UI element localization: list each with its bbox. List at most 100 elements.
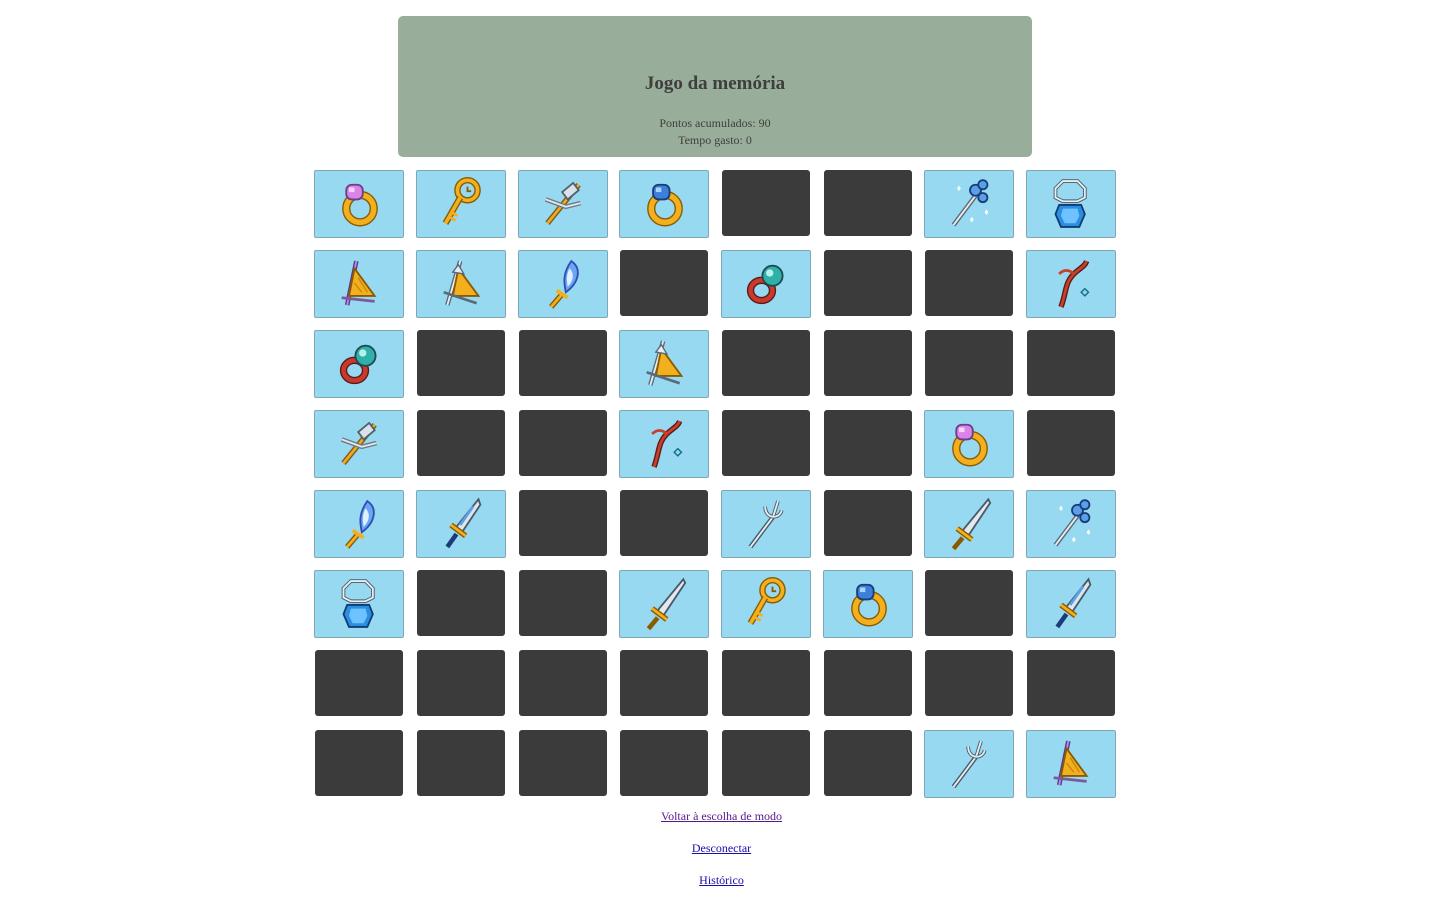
memory-card-revealed[interactable] — [1026, 170, 1116, 238]
memory-card-hidden[interactable] — [925, 250, 1013, 316]
memory-card-hidden[interactable] — [824, 410, 912, 476]
game-header: Jogo da memória Pontos acumulados: 90 Te… — [398, 16, 1032, 157]
memory-card-hidden[interactable] — [519, 570, 607, 636]
crystal-bow-icon — [443, 260, 481, 306]
memory-card-revealed[interactable] — [518, 170, 608, 238]
amulet-icon — [341, 579, 375, 628]
memory-card-revealed[interactable] — [518, 250, 608, 318]
steel-sword-icon — [951, 497, 992, 551]
memory-card-revealed[interactable] — [924, 730, 1014, 798]
memory-card-revealed[interactable] — [924, 490, 1014, 558]
memory-card-revealed[interactable] — [1026, 570, 1116, 638]
memory-card-hidden[interactable] — [824, 170, 912, 236]
memory-card-hidden[interactable] — [824, 650, 912, 716]
memory-card-hidden[interactable] — [620, 730, 708, 796]
memory-card-hidden[interactable] — [722, 730, 810, 796]
memory-card-revealed[interactable] — [1026, 490, 1116, 558]
memory-card-hidden[interactable] — [519, 410, 607, 476]
memory-card-hidden[interactable] — [620, 650, 708, 716]
memory-card-revealed[interactable] — [416, 170, 506, 238]
memory-card-hidden[interactable] — [315, 650, 403, 716]
memory-card-revealed[interactable] — [619, 330, 709, 398]
fire-staff-icon — [651, 419, 683, 468]
points-counter: Pontos acumulados: 90 — [659, 116, 771, 130]
key-icon — [747, 576, 786, 625]
memory-card-revealed[interactable] — [823, 570, 913, 638]
memory-card-hidden[interactable] — [417, 410, 505, 476]
memory-card-hidden[interactable] — [925, 650, 1013, 716]
memory-card-revealed[interactable] — [721, 570, 811, 638]
memory-card-hidden[interactable] — [722, 410, 810, 476]
memory-card-hidden[interactable] — [417, 650, 505, 716]
memory-card-hidden[interactable] — [722, 650, 810, 716]
memory-card-hidden[interactable] — [519, 650, 607, 716]
memory-card-hidden[interactable] — [824, 730, 912, 796]
memory-card-revealed[interactable] — [314, 170, 404, 238]
memory-card-revealed[interactable] — [314, 330, 404, 398]
memory-card-revealed[interactable] — [314, 410, 404, 478]
memory-card-hidden[interactable] — [925, 570, 1013, 636]
logout-link[interactable]: Desconectar — [0, 840, 1443, 856]
memory-card-hidden[interactable] — [519, 730, 607, 796]
key-icon — [442, 176, 481, 225]
memory-card-revealed[interactable] — [619, 570, 709, 638]
ring-pink-icon — [952, 423, 988, 467]
memory-card-hidden[interactable] — [620, 250, 708, 316]
memory-card-hidden[interactable] — [519, 330, 607, 396]
memory-card-revealed[interactable] — [416, 490, 506, 558]
amulet-icon — [1053, 179, 1087, 228]
crossbow-icon — [340, 421, 378, 465]
memory-card-revealed[interactable] — [924, 170, 1014, 238]
back-to-mode-link[interactable]: Voltar à escolha de modo — [0, 808, 1443, 824]
memory-card-revealed[interactable] — [619, 410, 709, 478]
trident-icon — [951, 740, 987, 789]
fan-bow-icon — [341, 260, 377, 306]
memory-card-hidden[interactable] — [925, 330, 1013, 396]
memory-card-revealed[interactable] — [314, 250, 404, 318]
memory-card-hidden[interactable] — [417, 730, 505, 796]
crystal-sword-icon — [445, 497, 482, 549]
memory-card-hidden[interactable] — [824, 250, 912, 316]
magic-trident-icon — [951, 179, 989, 227]
memory-card-hidden[interactable] — [620, 490, 708, 556]
memory-card-hidden[interactable] — [722, 330, 810, 396]
trident-icon — [748, 500, 784, 549]
memory-card-hidden[interactable] — [519, 490, 607, 556]
memory-board — [314, 170, 1118, 798]
magic-trident-icon — [1053, 499, 1091, 547]
crossbow-icon — [544, 181, 582, 225]
memory-card-hidden[interactable] — [315, 730, 403, 796]
memory-card-revealed[interactable] — [1026, 730, 1116, 798]
ring-blue-icon — [851, 583, 887, 627]
fan-bow-icon — [1053, 740, 1089, 786]
memory-card-revealed[interactable] — [924, 410, 1014, 478]
memory-card-hidden[interactable] — [417, 570, 505, 636]
memory-card-revealed[interactable] — [314, 570, 404, 638]
memory-card-revealed[interactable] — [619, 170, 709, 238]
page-title: Jogo da memória — [644, 73, 786, 94]
memory-card-hidden[interactable] — [1027, 410, 1115, 476]
ring-pink-icon — [342, 183, 378, 227]
history-link[interactable]: Histórico — [0, 872, 1443, 888]
memory-card-hidden[interactable] — [824, 490, 912, 556]
memory-card-revealed[interactable] — [721, 250, 811, 318]
crystal-bow-icon — [646, 340, 684, 386]
memory-card-hidden[interactable] — [417, 330, 505, 396]
memory-card-hidden[interactable] — [1027, 650, 1115, 716]
memory-card-hidden[interactable] — [1027, 330, 1115, 396]
memory-card-revealed[interactable] — [1026, 250, 1116, 318]
ring-teal-icon — [746, 264, 784, 305]
ring-blue-icon — [647, 183, 683, 227]
crystal-sword-icon — [1055, 577, 1092, 629]
flame-dagger-icon — [549, 259, 579, 309]
memory-card-revealed[interactable] — [721, 490, 811, 558]
memory-card-revealed[interactable] — [314, 490, 404, 558]
memory-card-hidden[interactable] — [824, 330, 912, 396]
ring-teal-icon — [339, 344, 377, 385]
memory-card-hidden[interactable] — [722, 170, 810, 236]
steel-sword-icon — [646, 577, 687, 631]
flame-dagger-icon — [345, 499, 375, 549]
memory-card-revealed[interactable] — [416, 250, 506, 318]
time-counter: Tempo gasto: 0 — [678, 133, 752, 147]
fire-staff-icon — [1058, 259, 1090, 308]
